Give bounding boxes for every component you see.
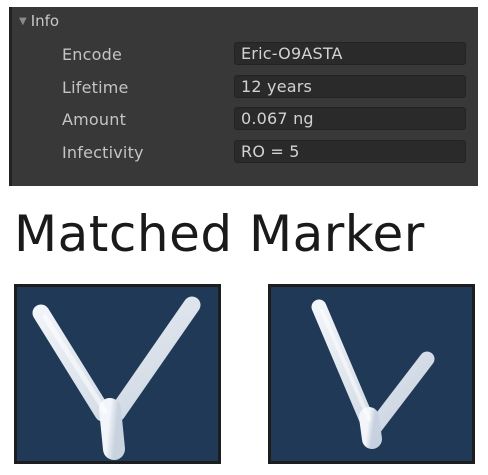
infectivity-field[interactable]: RO = 5 [234, 140, 466, 163]
encode-label: Encode [62, 44, 123, 64]
marker-card-right [268, 284, 475, 464]
marker-card-left [14, 284, 221, 464]
infectivity-row: Infectivity RO = 5 [62, 139, 468, 165]
encode-row: Encode Eric-O9ASTA [62, 41, 468, 67]
matched-marker-heading: Matched Marker [14, 205, 425, 263]
check-marker-icon [311, 299, 435, 449]
info-foldout[interactable]: ▼ Info [19, 11, 59, 31]
amount-label: Amount [62, 109, 127, 129]
amount-field[interactable]: 0.067 ng [234, 107, 466, 130]
triangle-down-icon[interactable]: ▼ [19, 16, 27, 27]
lifetime-row: Lifetime 12 years [62, 74, 468, 100]
info-foldout-label: Info [30, 12, 60, 30]
lifetime-field[interactable]: 12 years [234, 75, 466, 98]
panel-accent-bar [9, 7, 12, 186]
v-marker-icon [32, 296, 201, 460]
lifetime-label: Lifetime [62, 77, 129, 97]
encode-field[interactable]: Eric-O9ASTA [234, 42, 466, 65]
infectivity-label: Infectivity [62, 142, 144, 162]
amount-row: Amount 0.067 ng [62, 106, 468, 132]
